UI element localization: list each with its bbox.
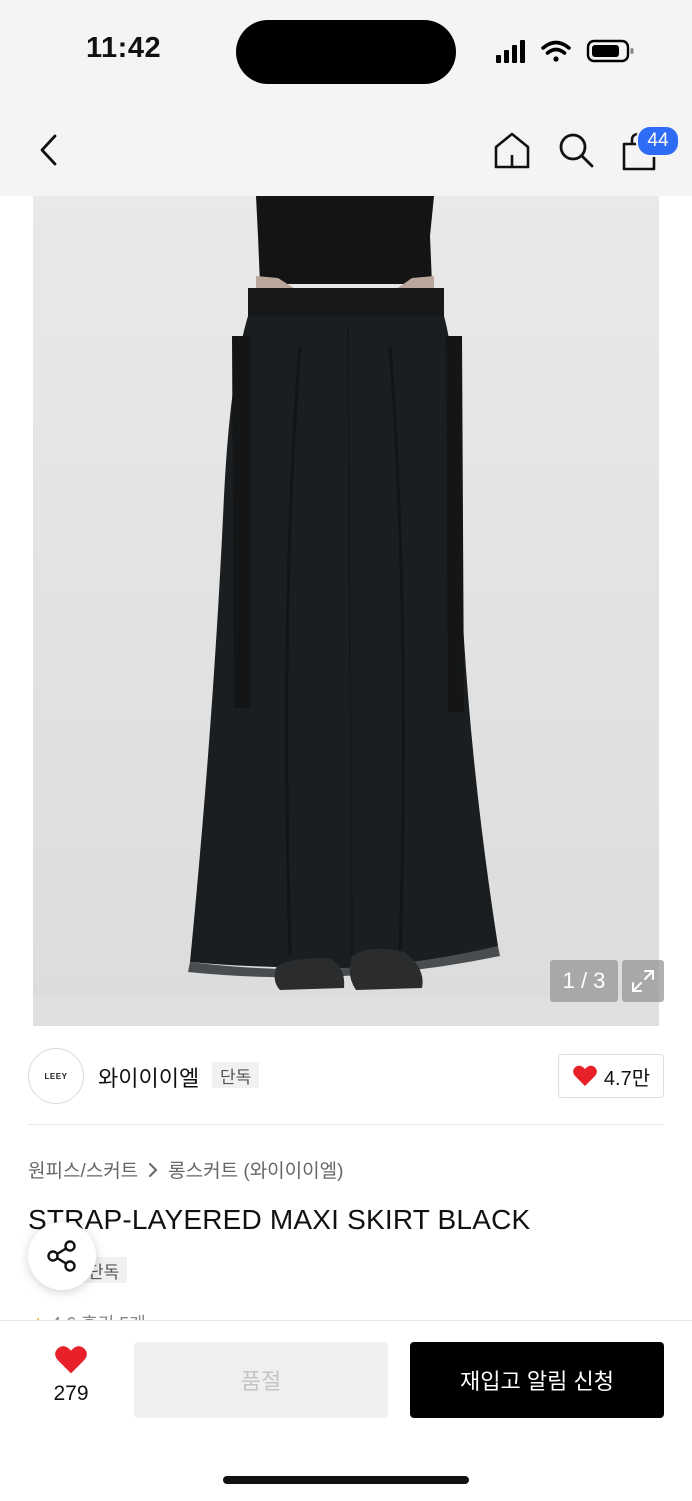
signal-icon [496,40,525,63]
brand-like-button[interactable]: 4.7만 [558,1054,664,1098]
breadcrumb-category[interactable]: 원피스/스커트 [28,1156,138,1183]
restock-alert-button[interactable]: 재입고 알림 신청 [410,1342,664,1418]
divider [28,1124,664,1125]
breadcrumb-subcategory[interactable]: 롱스커트 (와이이이엘) [168,1156,343,1183]
search-button[interactable] [554,128,598,172]
search-icon [559,133,594,168]
top-navigation [0,104,692,196]
soldout-button: 품절 [134,1342,388,1418]
brand-name[interactable]: 와이이이엘 [98,1061,199,1093]
image-counter: 1 / 3 [550,960,618,1002]
exclusive-badge: 단독 [212,1062,260,1088]
cart-count-badge: 44 [636,125,680,157]
wishlist-button[interactable]: 279 [36,1344,106,1414]
heart-icon [573,1065,597,1086]
brand-logo[interactable]: LEEY [28,1048,84,1104]
home-icon [494,132,530,169]
brand-like-count: 4.7만 [603,1067,651,1090]
battery-icon [586,39,634,63]
breadcrumb: 원피스/스커트 롱스커트 (와이이이엘) [28,1156,343,1183]
back-button[interactable] [28,128,72,172]
share-button[interactable] [28,1222,96,1290]
chevron-right-icon [149,1162,158,1177]
heart-icon [55,1346,87,1374]
status-icons [496,39,634,63]
expand-image-button[interactable] [622,960,664,1002]
status-time: 11:42 [86,32,162,64]
dynamic-island [236,20,456,84]
expand-icon [632,970,654,992]
product-photo [0,196,692,1026]
wishlist-count: 279 [53,1382,89,1405]
status-bar: 11:42 [0,0,692,104]
share-icon [47,1240,76,1272]
home-button[interactable] [490,128,534,172]
product-title: STRAP-LAYERED MAXI SKIRT BLACK [28,1204,531,1235]
back-icon [40,134,57,166]
home-indicator [223,1476,469,1484]
wifi-icon [541,40,571,62]
product-image[interactable] [0,196,692,1026]
